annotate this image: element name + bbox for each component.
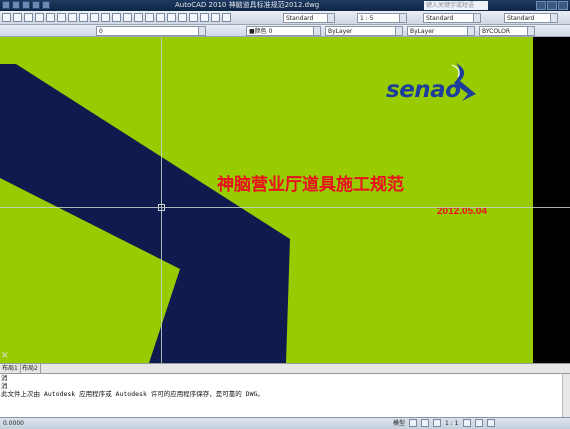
standard-toolbar: Standard 1 : 5 Standard Standard	[0, 11, 570, 25]
cut-icon[interactable]	[57, 13, 66, 22]
save-icon[interactable]	[32, 1, 40, 9]
linetype-select[interactable]: ByLayer	[325, 26, 403, 36]
help-search-input[interactable]: 键入关键字或短语	[424, 1, 488, 10]
tab-layout2[interactable]: 布局2	[20, 364, 41, 373]
tool-palette-icon[interactable]	[189, 13, 198, 22]
open-icon[interactable]	[22, 1, 30, 9]
open-file-icon[interactable]	[13, 13, 22, 22]
coordinates-readout: 0.0000	[3, 420, 24, 427]
lineweight-select[interactable]: ByLayer	[407, 26, 475, 36]
undo-tb-icon[interactable]	[101, 13, 110, 22]
ucs-icon: ✕	[1, 351, 9, 361]
plotstyle-select[interactable]: BYCOLOR	[479, 26, 535, 36]
minimize-button[interactable]	[536, 1, 546, 10]
drawing-slide: senao 神脑营业厅道具施工规范 2012.05.04	[0, 37, 533, 363]
calculator-icon[interactable]	[200, 13, 209, 22]
chevron-down-icon[interactable]	[527, 27, 534, 35]
command-line-2: 消	[1, 382, 8, 390]
chevron-down-icon[interactable]	[467, 27, 474, 35]
crosshair-pickbox	[158, 204, 165, 211]
zoom-previous-icon[interactable]	[156, 13, 165, 22]
tab-layout1[interactable]: 布局1	[0, 364, 21, 373]
zoom-status-icon[interactable]	[433, 419, 442, 427]
table-style-select[interactable]: Standard	[504, 13, 558, 23]
chevron-down-icon[interactable]	[550, 14, 557, 22]
new-icon[interactable]	[12, 1, 20, 9]
text-style-icon[interactable]	[222, 13, 231, 22]
crosshair-vertical	[161, 37, 162, 363]
command-line-3: 此文件上次由 Autodesk 应用程序或 Autodesk 许可的应用程序保存…	[1, 390, 264, 398]
crosshair-horizontal	[0, 207, 570, 208]
clean-screen-icon[interactable]	[486, 419, 495, 427]
command-window[interactable]: 消 消 此文件上次由 Autodesk 应用程序或 Autodesk 许可的应用…	[0, 373, 570, 418]
status-bar: 0.0000 模型 1 : 1	[0, 417, 570, 429]
design-center-icon[interactable]	[178, 13, 187, 22]
drawing-canvas[interactable]: senao 神脑营业厅道具施工规范 2012.05.04 ✕	[0, 37, 570, 363]
chevron-down-icon[interactable]	[473, 14, 480, 22]
pan-icon[interactable]	[123, 13, 132, 22]
layer-select[interactable]: 0	[96, 26, 206, 36]
lock-icon[interactable]	[474, 419, 483, 427]
command-scrollbar[interactable]	[562, 374, 570, 418]
undo-icon[interactable]	[42, 1, 50, 9]
annotation-scale-select[interactable]: 1 : 5	[357, 13, 407, 23]
copy-icon[interactable]	[68, 13, 77, 22]
layout-grid-icon[interactable]	[409, 419, 418, 427]
new-file-icon[interactable]	[2, 13, 11, 22]
annotation-scale-status[interactable]: 1 : 1	[445, 418, 458, 429]
dim-style-select[interactable]: Standard	[423, 13, 481, 23]
drawing-title: 神脑营业厅道具施工规范	[217, 175, 404, 195]
title-bar: AutoCAD 2010 神脑道具标准规范2012.dwg 键入关键字或短语	[0, 0, 570, 11]
close-button[interactable]	[558, 1, 568, 10]
layers-toolbar: 0 ■颜色 0 ByLayer ByLayer BYCOLOR	[0, 25, 570, 37]
zoom-window-icon[interactable]	[145, 13, 154, 22]
match-props-icon[interactable]	[90, 13, 99, 22]
chevron-down-icon[interactable]	[313, 27, 320, 35]
logo-swoosh-icon	[451, 63, 476, 101]
chevron-down-icon[interactable]	[399, 14, 406, 22]
layout-tabs: 布局1 布局2	[0, 363, 570, 373]
chevron-down-icon[interactable]	[198, 27, 205, 35]
zoom-realtime-icon[interactable]	[134, 13, 143, 22]
text-style-select[interactable]: Standard	[283, 13, 335, 23]
chevron-down-icon[interactable]	[327, 14, 334, 22]
chevron-down-icon[interactable]	[395, 27, 402, 35]
redo-tb-icon[interactable]	[112, 13, 121, 22]
app-menu-icon[interactable]	[2, 1, 10, 9]
save-file-icon[interactable]	[24, 13, 33, 22]
workspace-gear-icon[interactable]	[462, 419, 471, 427]
pan-status-icon[interactable]	[421, 419, 430, 427]
command-line-1: 消	[1, 374, 8, 382]
model-button[interactable]: 模型	[393, 418, 405, 429]
maximize-button[interactable]	[547, 1, 557, 10]
properties-icon[interactable]	[167, 13, 176, 22]
paste-icon[interactable]	[79, 13, 88, 22]
quick-access-toolbar[interactable]	[2, 1, 50, 9]
print-icon[interactable]	[35, 13, 44, 22]
window-title: AutoCAD 2010 神脑道具标准规范2012.dwg	[175, 1, 320, 9]
preview-icon[interactable]	[46, 13, 55, 22]
help-icon[interactable]	[211, 13, 220, 22]
color-select[interactable]: ■颜色 0	[246, 26, 321, 36]
